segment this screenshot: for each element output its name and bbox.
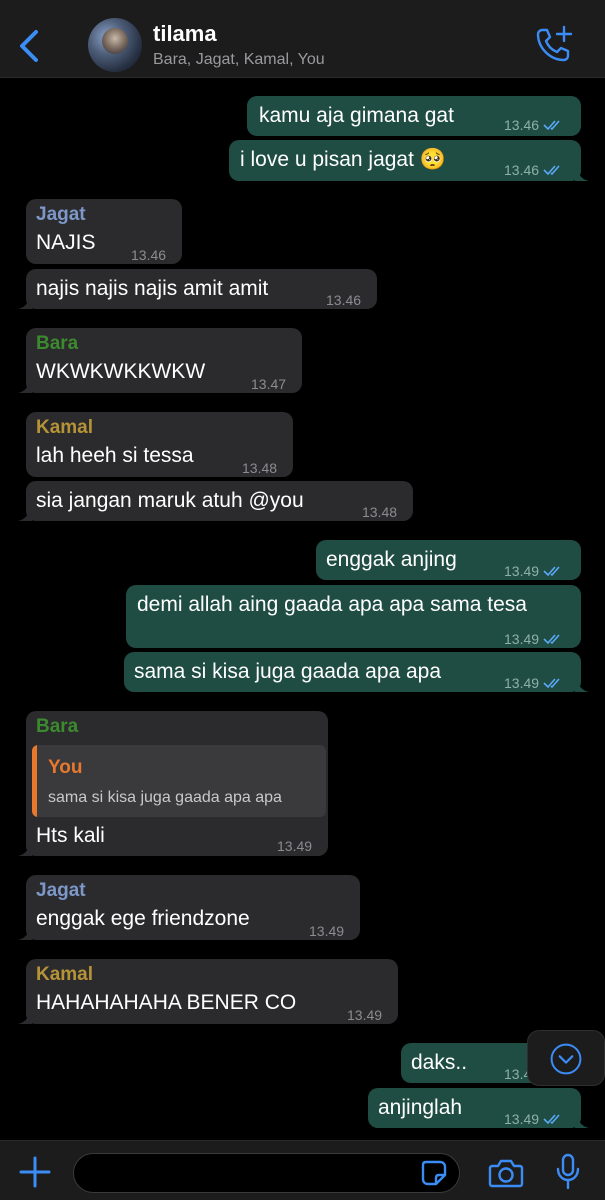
message-text: WKWKWKKWKW	[36, 360, 206, 383]
message-time: 13.49	[504, 626, 563, 652]
incoming-message[interactable]: Kamal lah heeh si tessa 13.48	[26, 412, 293, 477]
chat-members[interactable]: Bara, Jagat, Kamal, You	[153, 51, 325, 69]
message-time: 13.48	[362, 504, 398, 520]
message-time: 13.46	[131, 247, 167, 263]
chat-title[interactable]: tilama	[153, 21, 217, 47]
sender-name: Kamal	[36, 417, 94, 438]
sender-name: Jagat	[36, 204, 86, 225]
camera-icon[interactable]	[488, 1157, 524, 1189]
sender-name: Jagat	[36, 880, 86, 901]
outgoing-message[interactable]: i love u pisan jagat 🥺 13.46	[229, 140, 589, 183]
message-time: 13.46	[326, 292, 362, 308]
message-time: 13.49	[277, 838, 313, 854]
sender-name: Kamal	[36, 964, 94, 985]
message-time: 13.49	[504, 670, 563, 696]
message-time: 13.49	[347, 1007, 383, 1023]
read-ticks-icon	[543, 120, 560, 131]
message-text: demi allah aing gaada apa apa sama tesa	[137, 593, 527, 616]
message-text: sama si kisa juga gaada apa apa	[134, 660, 442, 683]
message-text: HAHAHAHAHA BENER CO	[36, 991, 297, 1014]
outgoing-message[interactable]: anjinglah 13.49	[368, 1088, 589, 1128]
read-ticks-icon	[543, 165, 560, 176]
message-text: daks..	[411, 1051, 468, 1074]
chevron-down-circle-icon	[550, 1043, 582, 1075]
incoming-message[interactable]: Jagat enggak ege friendzone 13.49	[18, 875, 360, 940]
read-ticks-icon	[543, 678, 560, 689]
sender-name: Bara	[36, 333, 79, 354]
message-text: NAJIS	[36, 231, 96, 254]
outgoing-message[interactable]: enggak anjing 13.49	[316, 540, 581, 580]
message-time: 13.49	[504, 558, 563, 584]
bubble-tail	[18, 507, 32, 521]
read-ticks-icon	[543, 566, 560, 577]
quoted-reply[interactable]: You sama si kisa juga gaada apa apa	[32, 745, 326, 817]
back-chevron-icon[interactable]	[14, 26, 44, 66]
bubble-tail	[575, 167, 589, 181]
message-text: enggak ege friendzone	[36, 907, 250, 930]
outgoing-message[interactable]: demi allah aing gaada apa apa sama tesa …	[126, 585, 581, 648]
message-time: 13.48	[242, 460, 278, 476]
read-ticks-icon	[543, 1114, 560, 1125]
message-time: 13.46	[504, 157, 563, 183]
quoted-text: sama si kisa juga gaada apa apa	[48, 789, 282, 806]
message-text: najis najis najis amit amit	[36, 277, 269, 300]
incoming-message[interactable]: Jagat NAJIS 13.46	[26, 199, 182, 264]
bubble-tail	[575, 678, 589, 692]
message-text: sia jangan maruk atuh @you	[36, 489, 304, 512]
plus-icon[interactable]	[18, 1155, 52, 1189]
bubble-tail	[18, 295, 32, 309]
outgoing-message[interactable]: sama si kisa juga gaada apa apa 13.49	[124, 652, 589, 692]
message-input[interactable]	[73, 1153, 460, 1193]
composer-bar	[0, 1140, 605, 1200]
add-call-icon[interactable]	[534, 24, 574, 64]
microphone-icon[interactable]	[555, 1153, 581, 1191]
bubble-tail	[575, 1114, 589, 1128]
sticker-icon[interactable]	[420, 1159, 448, 1187]
outgoing-message[interactable]: kamu aja gimana gat 13.46	[247, 96, 581, 136]
scroll-to-bottom-button[interactable]	[527, 1030, 605, 1086]
bubble-tail	[18, 926, 32, 940]
message-text: anjinglah	[378, 1096, 463, 1119]
quoted-sender: You	[48, 757, 83, 778]
message-time: 13.47	[251, 376, 287, 392]
bubble-tail	[18, 1010, 32, 1024]
message-text: i love u pisan jagat 🥺	[240, 148, 446, 171]
message-time: 13.49	[309, 923, 345, 939]
bubble-tail	[18, 379, 32, 393]
message-text: lah heeh si tessa	[36, 444, 194, 467]
quote-accent-bar	[32, 745, 37, 817]
read-ticks-icon	[543, 634, 560, 645]
message-text: enggak anjing	[326, 548, 457, 571]
message-text: Hts kali	[36, 824, 105, 847]
message-time: 13.49	[504, 1106, 563, 1132]
incoming-message[interactable]: sia jangan maruk atuh @you 13.48	[18, 481, 413, 521]
incoming-message[interactable]: Bara You sama si kisa juga gaada apa apa…	[18, 711, 328, 856]
incoming-message[interactable]: najis najis najis amit amit 13.46	[18, 269, 377, 309]
incoming-message[interactable]: Bara WKWKWKKWKW 13.47	[18, 328, 302, 393]
bubble-tail	[18, 842, 32, 856]
group-avatar[interactable]	[88, 18, 142, 72]
sender-name: Bara	[36, 716, 79, 737]
incoming-message[interactable]: Kamal HAHAHAHAHA BENER CO 13.49	[18, 959, 398, 1024]
message-time: 13.46	[504, 112, 563, 138]
chat-header: tilama Bara, Jagat, Kamal, You	[0, 0, 605, 78]
message-text: kamu aja gimana gat	[259, 104, 454, 127]
